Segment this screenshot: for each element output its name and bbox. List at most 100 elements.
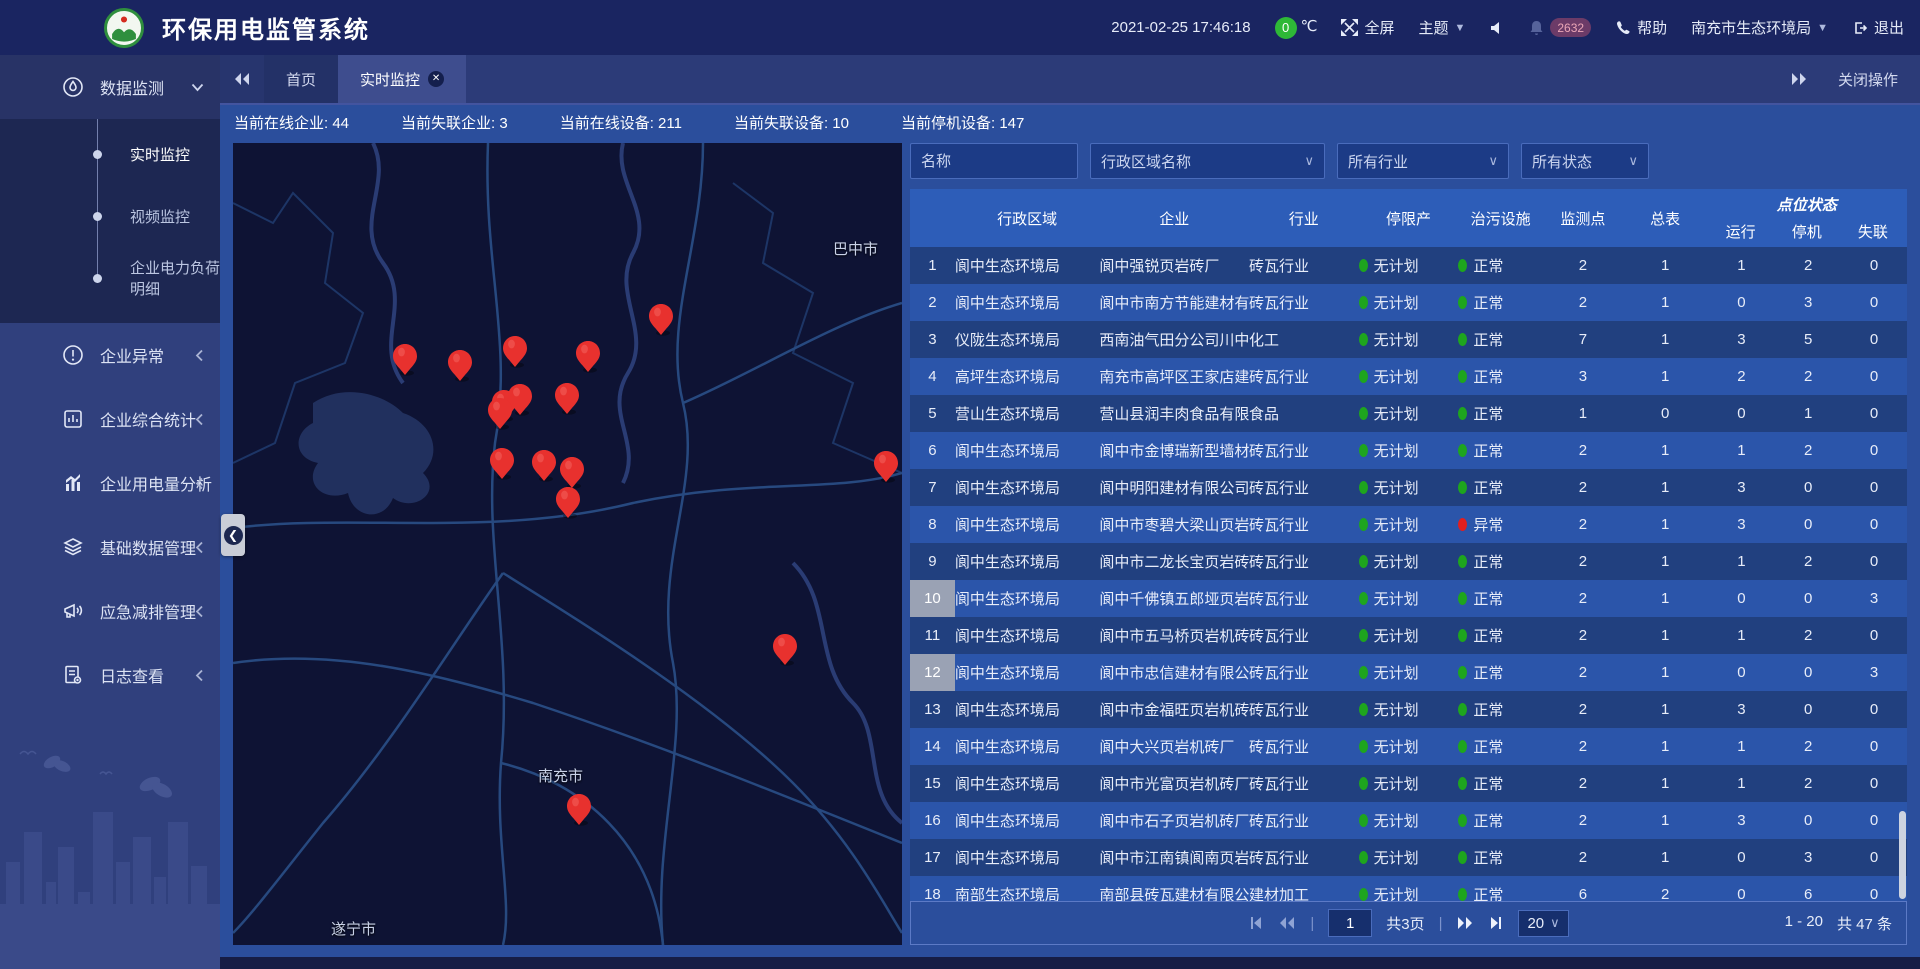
- prev-page-button[interactable]: [1278, 915, 1296, 931]
- cell-region: 阆中生态环境局: [955, 728, 1100, 765]
- map-pin[interactable]: [576, 341, 600, 373]
- table-scrollbar-thumb[interactable]: [1899, 811, 1906, 899]
- map-pin[interactable]: [490, 448, 514, 480]
- page-size-select[interactable]: 20 ∨: [1518, 910, 1568, 937]
- sidebar-item-企业电力负荷明细[interactable]: 企业电力负荷明细: [0, 247, 220, 309]
- cell-region: 仪陇生态环境局: [955, 321, 1100, 358]
- cell-total-meter: 1: [1623, 469, 1708, 506]
- tabs-scroll-left-button[interactable]: [220, 55, 264, 103]
- stats-item: 当前停机设备: 147: [901, 112, 1024, 133]
- status-select[interactable]: 所有状态 ∨: [1521, 143, 1649, 179]
- cell-region: 阆中生态环境局: [955, 469, 1100, 506]
- sidebar-item-实时监控[interactable]: 实时监控: [0, 123, 220, 185]
- table-row[interactable]: 8阆中生态环境局阆中市枣碧大梁山页岩砖瓦行业无计划异常21300: [910, 506, 1907, 543]
- table-row[interactable]: 15阆中生态环境局阆中市光富页岩机砖厂砖瓦行业无计划正常21120: [910, 765, 1907, 802]
- table-row[interactable]: 4高坪生态环境局南充市高坪区王家店建砖瓦行业无计划正常31220: [910, 358, 1907, 395]
- map-pin[interactable]: [503, 336, 527, 368]
- first-page-button[interactable]: [1248, 915, 1264, 931]
- sidebar-group-1[interactable]: 数据监测: [0, 55, 220, 119]
- gauge-icon: [62, 76, 84, 98]
- sidebar-item-视频监控[interactable]: 视频监控: [0, 185, 220, 247]
- map-pin[interactable]: [773, 634, 797, 666]
- sidebar-group-4[interactable]: 企业用电量分析: [0, 451, 220, 515]
- name-search-input-wrap: [910, 143, 1078, 179]
- cell-industry: 砖瓦行业: [1249, 617, 1359, 654]
- region-select[interactable]: 行政区域名称 ∨: [1090, 143, 1325, 179]
- volume-icon[interactable]: [1489, 20, 1505, 36]
- table-row[interactable]: 5营山生态环境局营山县润丰肉食品有限食品无计划正常10010: [910, 395, 1907, 432]
- page-number-input[interactable]: [1328, 909, 1372, 937]
- org-label: 南充市生态环境局: [1691, 17, 1811, 38]
- cell-running: 1: [1708, 432, 1776, 469]
- table-row[interactable]: 18南部生态环境局南部县砖瓦建材有限公建材加工无计划正常62060: [910, 876, 1907, 901]
- sidebar-group-2[interactable]: 企业异常: [0, 323, 220, 387]
- map-pin[interactable]: [560, 457, 584, 489]
- tab-实时监控[interactable]: 实时监控✕: [338, 55, 466, 103]
- org-user-menu[interactable]: 南充市生态环境局 ▼: [1691, 17, 1828, 38]
- cell-industry: 砖瓦行业: [1249, 765, 1359, 802]
- stats-item: 当前在线设备: 211: [560, 112, 682, 133]
- notifications-button[interactable]: 2632: [1529, 18, 1591, 37]
- status-text: 无计划: [1374, 625, 1419, 646]
- map-pin[interactable]: [448, 350, 472, 382]
- cell-region: 阆中生态环境局: [955, 654, 1100, 691]
- table-row[interactable]: 11阆中生态环境局阆中市五马桥页岩机砖砖瓦行业无计划正常21120: [910, 617, 1907, 654]
- cell-total-meter: 1: [1623, 506, 1708, 543]
- theme-menu[interactable]: 主题 ▼: [1418, 17, 1465, 38]
- sidebar-group-3[interactable]: 企业综合统计: [0, 387, 220, 451]
- table-row[interactable]: 14阆中生态环境局阆中大兴页岩机砖厂砖瓦行业无计划正常21120: [910, 728, 1907, 765]
- table-row[interactable]: 1阆中生态环境局阆中强锐页岩砖厂砖瓦行业无计划正常21120: [910, 247, 1907, 284]
- sidebar-group-6[interactable]: 应急减排管理: [0, 579, 220, 643]
- status-text: 正常: [1473, 440, 1503, 461]
- map-pin[interactable]: [488, 398, 512, 430]
- table-row[interactable]: 13阆中生态环境局阆中市金福旺页岩机砖砖瓦行业无计划正常21300: [910, 691, 1907, 728]
- help-button[interactable]: 帮助: [1615, 17, 1667, 38]
- cell-offline: 0: [1841, 358, 1907, 395]
- close-operations-button[interactable]: 关闭操作: [1838, 69, 1898, 90]
- map-pin[interactable]: [532, 450, 556, 482]
- cell-running: 1: [1708, 765, 1776, 802]
- table-row[interactable]: 2阆中生态环境局阆中市南方节能建材有砖瓦行业无计划正常21030: [910, 284, 1907, 321]
- temperature-widget: 0 ℃: [1275, 17, 1318, 39]
- table-row[interactable]: 16阆中生态环境局阆中市石子页岩机砖厂砖瓦行业无计划正常21300: [910, 802, 1907, 839]
- tab-首页[interactable]: 首页: [264, 55, 338, 103]
- cell-monitor-points: 2: [1543, 284, 1623, 321]
- last-page-button[interactable]: [1488, 915, 1504, 931]
- table-row[interactable]: 3仪陇生态环境局西南油气田分公司川中化工无计划正常71350: [910, 321, 1907, 358]
- name-search-input[interactable]: [921, 153, 1067, 170]
- status-text: 无计划: [1374, 255, 1419, 276]
- sidebar-group-7[interactable]: 日志查看: [0, 643, 220, 707]
- map-pin[interactable]: [393, 344, 417, 376]
- table-row[interactable]: 9阆中生态环境局阆中市二龙长宝页岩砖砖瓦行业无计划正常21120: [910, 543, 1907, 580]
- cell-total-meter: 1: [1623, 802, 1708, 839]
- industry-select[interactable]: 所有行业 ∨: [1337, 143, 1509, 179]
- status-dot-green: [1458, 703, 1467, 716]
- table-row[interactable]: 12阆中生态环境局阆中市忠信建材有限公砖瓦行业无计划正常21003: [910, 654, 1907, 691]
- tabs-scroll-right-button[interactable]: [1790, 71, 1808, 87]
- cell-offline: 0: [1841, 543, 1907, 580]
- map-pin[interactable]: [649, 304, 673, 336]
- status-text: 无计划: [1374, 551, 1419, 572]
- tab-close-icon[interactable]: ✕: [428, 71, 444, 87]
- map-collapse-handle[interactable]: ❮: [221, 514, 245, 556]
- table-row[interactable]: 17阆中生态环境局阆中市江南镇阆南页岩砖瓦行业无计划正常21030: [910, 839, 1907, 876]
- map-panel[interactable]: 巴中市南充市遂宁市: [233, 143, 902, 945]
- map-pin[interactable]: [567, 794, 591, 826]
- fullscreen-button[interactable]: 全屏: [1341, 17, 1394, 38]
- fullscreen-label: 全屏: [1364, 17, 1394, 38]
- map-pin[interactable]: [556, 487, 580, 519]
- status-text: 正常: [1473, 847, 1503, 868]
- status-dot-green: [1458, 851, 1467, 864]
- status-dot-green: [1359, 407, 1368, 420]
- table-row[interactable]: 10阆中生态环境局阆中千佛镇五郎垭页岩砖瓦行业无计划正常21003: [910, 580, 1907, 617]
- logout-button[interactable]: 退出: [1852, 17, 1904, 38]
- map-pin[interactable]: [555, 383, 579, 415]
- tab-label: 首页: [286, 69, 316, 90]
- sidebar-group-5[interactable]: 基础数据管理: [0, 515, 220, 579]
- status-dot-green: [1359, 444, 1368, 457]
- next-page-button[interactable]: [1456, 915, 1474, 931]
- map-pin[interactable]: [874, 451, 898, 483]
- table-row[interactable]: 6阆中生态环境局阆中市金博瑞新型墙材砖瓦行业无计划正常21120: [910, 432, 1907, 469]
- table-row[interactable]: 7阆中生态环境局阆中明阳建材有限公司砖瓦行业无计划正常21300: [910, 469, 1907, 506]
- status-dot-green: [1359, 888, 1368, 901]
